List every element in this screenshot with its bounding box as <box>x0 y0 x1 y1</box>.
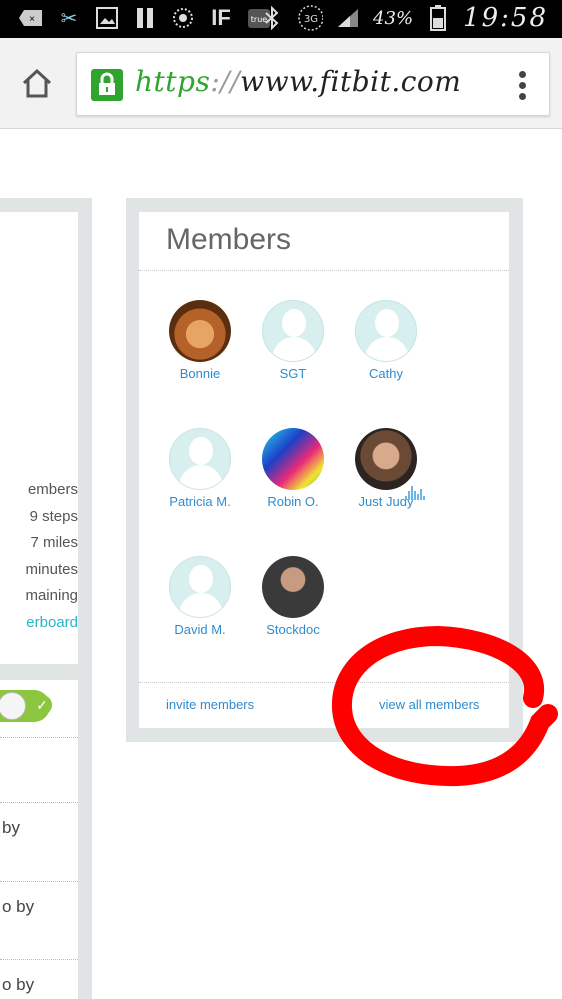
browser-toolbar: https://www.fitbit.com <box>0 38 562 129</box>
annotation-circle <box>331 626 558 787</box>
battery-icon <box>425 5 451 31</box>
bluetooth-icon <box>259 6 285 30</box>
system-icons: 3G 43% 19:58 <box>259 3 548 33</box>
pause-icon <box>132 6 158 30</box>
svg-text:×: × <box>29 14 35 25</box>
default-avatar-icon[interactable] <box>355 300 417 362</box>
stat-steps: 9 steps <box>29 508 78 525</box>
member-cathy[interactable]: Cathy <box>331 300 441 381</box>
member-name[interactable]: Cathy <box>331 366 441 381</box>
stat-members: embers <box>27 481 78 498</box>
members-title: Members <box>166 223 292 256</box>
members-divider <box>139 270 509 272</box>
url-scheme: https <box>135 65 211 98</box>
ifttt-icon: IF <box>211 5 231 30</box>
default-avatar-icon[interactable] <box>169 556 231 618</box>
clock: 19:58 <box>463 3 548 33</box>
stat-miles: 7 miles <box>30 534 78 551</box>
lock-icon <box>91 69 123 101</box>
row-divider <box>0 802 78 804</box>
invite-members-link[interactable]: invite members <box>166 697 254 712</box>
signal-icon <box>335 6 361 30</box>
status-bar: × ✂ IF true 3G 43% 19:58 <box>0 0 562 38</box>
sync-icon <box>170 6 196 30</box>
gallery-icon <box>94 6 120 30</box>
stat-remaining: maining <box>25 587 78 604</box>
url-separator: :// <box>210 65 241 98</box>
default-avatar-icon[interactable] <box>169 428 231 490</box>
battery-percent: 43% <box>373 7 414 29</box>
row-divider <box>0 737 78 739</box>
scissors-icon: ✂ <box>60 7 78 30</box>
home-icon[interactable] <box>20 66 54 100</box>
feed-row-text: by <box>2 818 20 837</box>
url-text[interactable]: https://www.fitbit.com <box>135 65 461 98</box>
message-icon: × <box>18 6 44 30</box>
stat-minutes: minutes <box>25 561 78 578</box>
row-divider <box>0 959 78 961</box>
check-icon: ✓ <box>32 695 52 715</box>
address-bar[interactable]: https://www.fitbit.com <box>76 52 550 116</box>
toggle-knob <box>0 692 26 720</box>
toggle-switch[interactable]: ✓ <box>0 690 52 722</box>
notification-icons: × ✂ IF true <box>18 5 272 30</box>
overflow-menu-icon[interactable] <box>519 71 527 101</box>
row-divider <box>0 881 78 883</box>
avatar[interactable] <box>262 428 324 490</box>
url-host: www.fitbit.com <box>240 65 462 98</box>
feed-row-text: o by <box>2 975 35 994</box>
avatar[interactable] <box>262 556 324 618</box>
feed-row-text: o by <box>2 897 35 916</box>
leaderboard-link[interactable]: erboard <box>26 614 78 631</box>
network-icon: 3G <box>297 5 324 31</box>
avatar[interactable] <box>169 300 231 362</box>
svg-text:3G: 3G <box>304 14 318 25</box>
left-panel-card-2 <box>0 680 78 999</box>
default-avatar-icon[interactable] <box>262 300 324 362</box>
avatar[interactable] <box>355 428 417 490</box>
member-stockdoc[interactable]: Stockdoc <box>238 556 348 637</box>
tracker-sync-icon <box>405 482 427 500</box>
